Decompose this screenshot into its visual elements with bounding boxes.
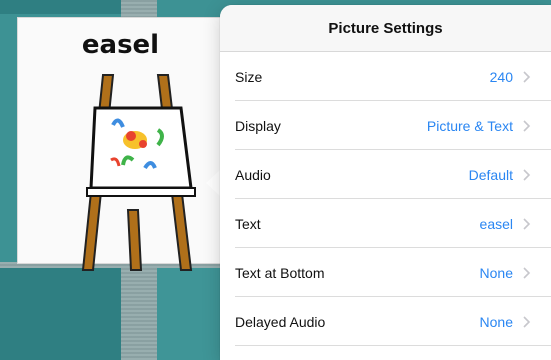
chevron-right-icon [523, 119, 531, 132]
popover-title: Picture Settings [220, 5, 551, 52]
picture-settings-popover: Picture Settings Size 240 Display Pictur… [220, 5, 551, 360]
settings-row-display[interactable]: Display Picture & Text [220, 101, 551, 150]
settings-row-audio[interactable]: Audio Default [220, 150, 551, 199]
row-value: easel [479, 215, 513, 232]
chevron-right-icon [523, 70, 531, 83]
row-value: 240 [489, 68, 513, 85]
picture-card[interactable]: easel [17, 17, 224, 271]
background-tile [0, 264, 121, 360]
row-value: Picture & Text [426, 117, 513, 134]
settings-row-text[interactable]: Text easel [220, 199, 551, 248]
row-label: Delayed Audio [235, 313, 326, 330]
row-value: None [479, 264, 513, 281]
settings-row-text-at-bottom[interactable]: Text at Bottom None [220, 248, 551, 297]
chevron-right-icon [523, 315, 531, 328]
row-label: Size [235, 68, 263, 85]
easel-picture [81, 74, 196, 271]
row-value: None [479, 313, 513, 330]
settings-row-delayed-audio[interactable]: Delayed Audio None [220, 297, 551, 346]
row-label: Display [235, 117, 281, 134]
chevron-right-icon [523, 168, 531, 181]
row-label: Text at Bottom [235, 264, 325, 281]
popover-pointer [206, 170, 220, 196]
row-label: Audio [235, 166, 271, 183]
background-tile [157, 264, 220, 360]
picture-word: easel [81, 30, 160, 60]
row-value: Default [468, 166, 513, 183]
row-label: Text [235, 215, 261, 232]
settings-row-size[interactable]: Size 240 [220, 52, 551, 101]
chevron-right-icon [523, 266, 531, 279]
chevron-right-icon [523, 217, 531, 230]
background-tile [0, 0, 121, 14]
